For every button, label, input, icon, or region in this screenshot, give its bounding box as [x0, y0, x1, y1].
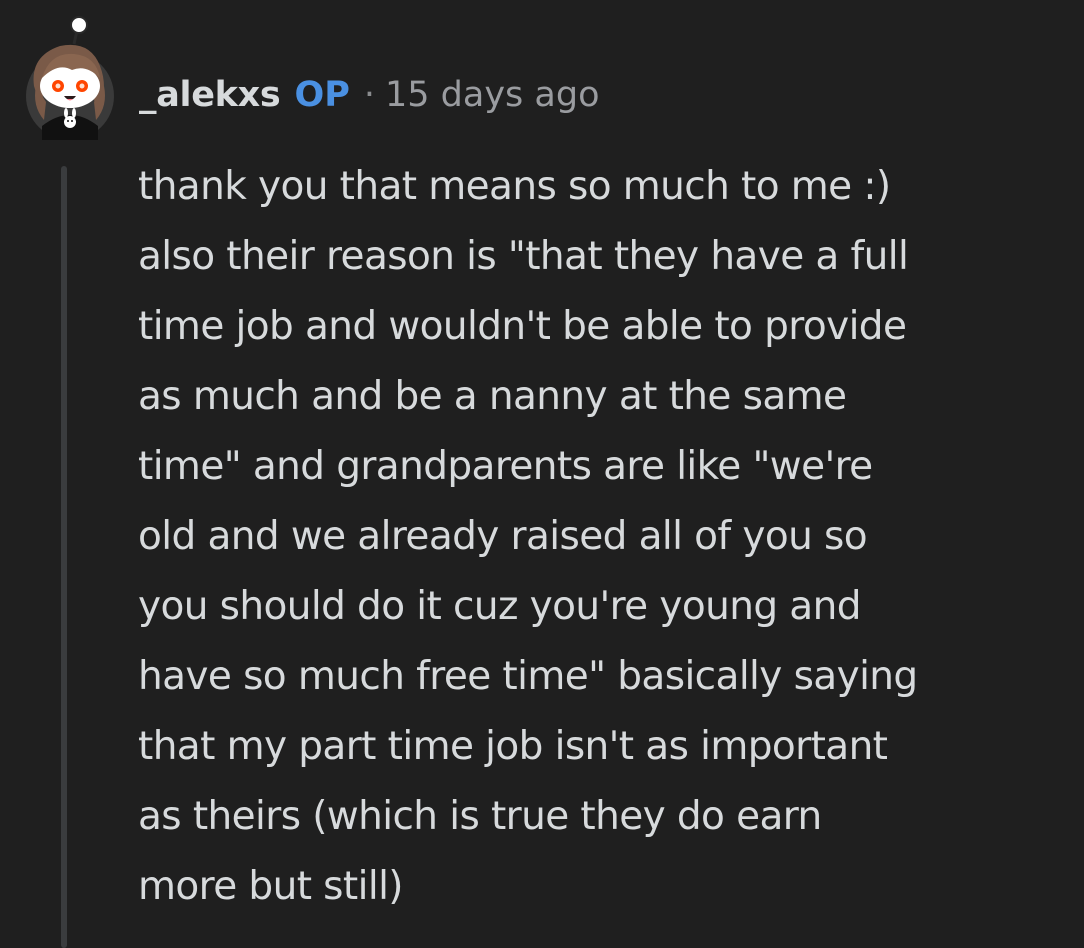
comment: _alekxs OP · 15 days ago thank you that … — [0, 0, 1084, 948]
thread-collapse-line[interactable] — [61, 166, 67, 948]
comment-body-line: you should do it cuz you're young and — [138, 584, 861, 629]
comment-body-line: thank you that means so much to me :) — [138, 164, 891, 209]
comment-body-line: more but still) — [138, 864, 404, 909]
comment-body: thank you that means so much to me :) al… — [138, 152, 1058, 922]
author-username[interactable]: _alekxs — [139, 75, 281, 115]
comment-body-line: have so much free time" basically saying — [138, 654, 918, 699]
comment-body-line: as much and be a nanny at the same — [138, 374, 847, 419]
comment-body-line: also their reason is "that they have a f… — [138, 234, 909, 279]
snoo-avatar-icon[interactable] — [20, 16, 120, 140]
comment-body-line: that my part time job isn't as important — [138, 724, 888, 769]
comment-body-line: as theirs (which is true they do earn — [138, 794, 822, 839]
comment-body-line: time" and grandparents are like "we're — [138, 444, 873, 489]
comment-body-line: time job and wouldn't be able to provide — [138, 304, 907, 349]
comment-body-line: old and we already raised all of you so — [138, 514, 868, 559]
op-badge: OP — [294, 75, 350, 115]
comment-meta: _alekxs OP · 15 days ago — [139, 70, 599, 120]
meta-separator: · — [363, 75, 375, 115]
comment-timestamp[interactable]: 15 days ago — [385, 75, 599, 115]
